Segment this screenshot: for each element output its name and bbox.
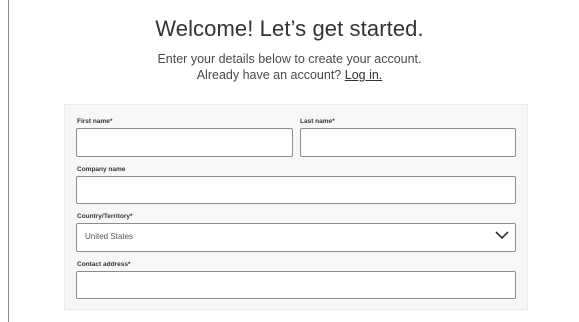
signup-form: First name* Last name* Company name Coun… xyxy=(64,104,528,310)
subtitle: Enter your details below to create your … xyxy=(157,52,422,66)
intro-text: Enter your details below to create your … xyxy=(0,51,579,83)
page-title: Welcome! Let’s get started. xyxy=(155,16,424,41)
address-input[interactable] xyxy=(76,271,516,299)
country-select[interactable]: United States xyxy=(76,223,516,252)
last-name-label: Last name* xyxy=(300,118,335,125)
company-input[interactable] xyxy=(76,176,516,204)
login-prompt: Already have an account? xyxy=(196,68,342,82)
first-name-label: First name* xyxy=(77,118,113,125)
country-selected-value: United States xyxy=(85,232,134,241)
country-label: Country/Territory* xyxy=(77,213,133,220)
company-label: Company name xyxy=(77,166,126,173)
login-link[interactable]: Log in. xyxy=(345,68,383,82)
first-name-input[interactable] xyxy=(76,128,293,157)
last-name-input[interactable] xyxy=(300,128,516,157)
login-row: Already have an account? Log in. xyxy=(0,67,579,83)
address-label: Contact address* xyxy=(77,261,131,268)
chevron-down-icon xyxy=(495,231,509,240)
